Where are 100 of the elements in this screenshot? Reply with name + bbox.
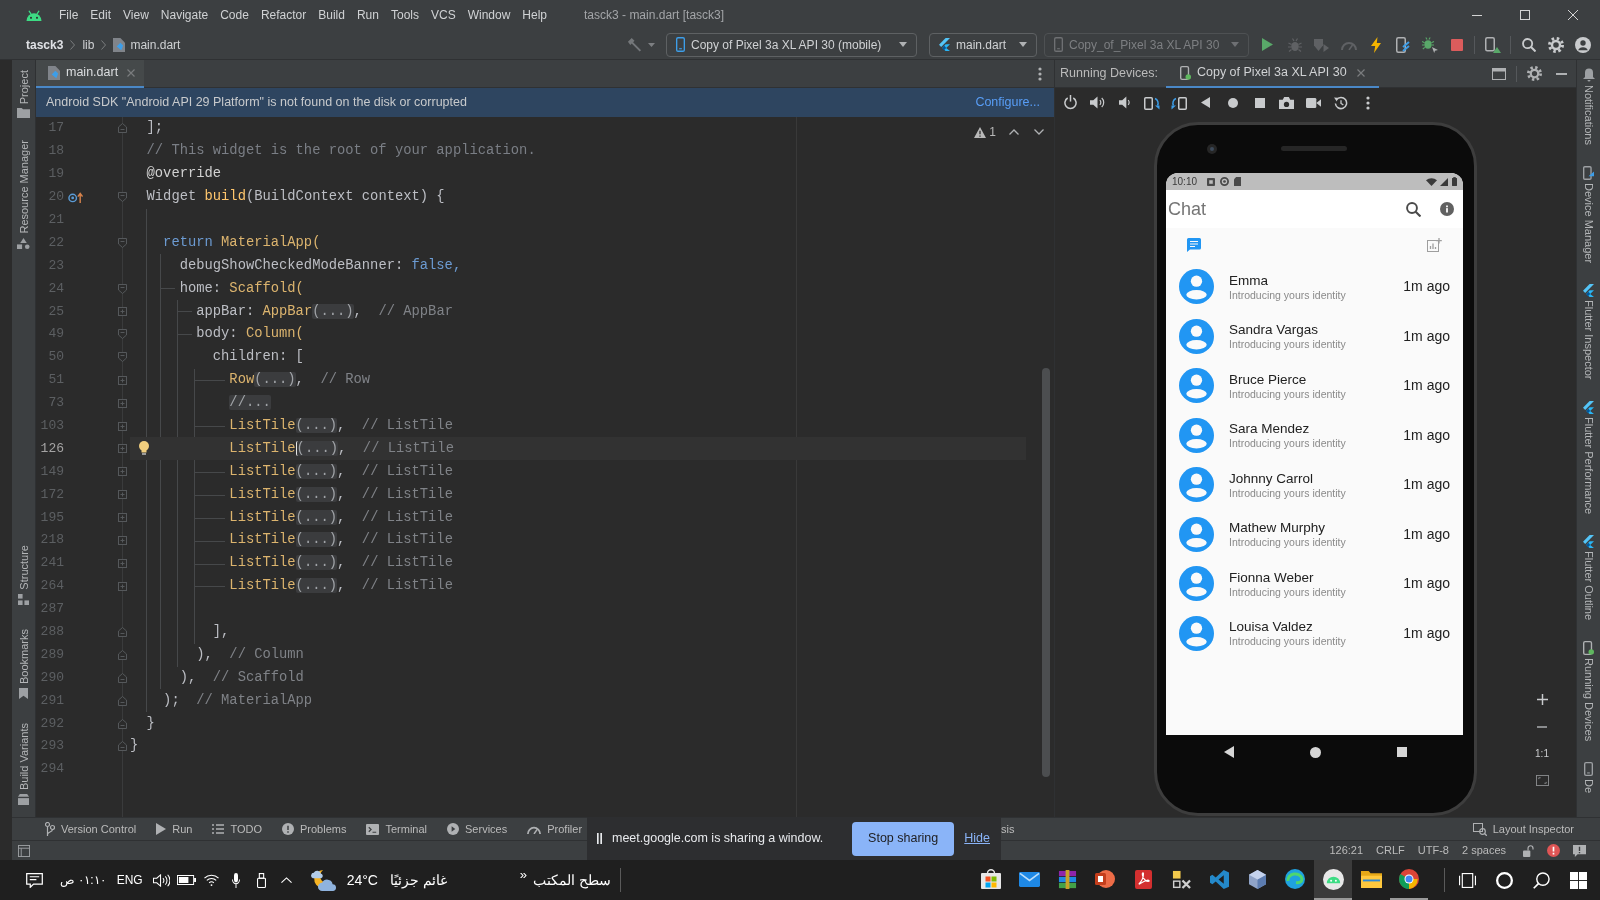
cursor-position[interactable]: 126:21 bbox=[1329, 842, 1364, 859]
menu-item[interactable]: File bbox=[59, 7, 79, 23]
blocks-icon[interactable] bbox=[18, 593, 29, 605]
volume-up-icon[interactable] bbox=[1090, 96, 1105, 109]
tool-window-tab[interactable]: Project bbox=[16, 70, 31, 105]
error-icon[interactable] bbox=[1547, 844, 1560, 857]
info-icon[interactable] bbox=[1440, 202, 1454, 216]
search-icon[interactable] bbox=[1521, 37, 1536, 52]
expand-marker-icon[interactable] bbox=[117, 513, 127, 523]
configure-link[interactable]: Configure... bbox=[975, 93, 1040, 112]
more-icon[interactable] bbox=[1038, 66, 1042, 81]
minimize-icon[interactable] bbox=[1472, 14, 1482, 16]
editor-tab[interactable]: main.dart bbox=[36, 59, 145, 88]
indent-setting[interactable]: 2 spaces bbox=[1461, 842, 1506, 859]
fold-end-marker-icon[interactable] bbox=[117, 741, 127, 752]
line-separator[interactable]: CRLF bbox=[1376, 842, 1405, 859]
maximize-icon[interactable] bbox=[1520, 10, 1530, 20]
minimize-icon[interactable] bbox=[1556, 72, 1567, 75]
scrollbar[interactable] bbox=[1042, 368, 1050, 777]
file-encoding[interactable]: UTF-8 bbox=[1417, 842, 1449, 859]
run-configuration-dropdown[interactable]: main.dart bbox=[929, 32, 1037, 57]
tool-window-tab[interactable]: Flutter Outline bbox=[1581, 550, 1596, 620]
tool-window-button[interactable]: Run bbox=[156, 820, 193, 838]
settings-icon[interactable] bbox=[1527, 66, 1542, 81]
breadcrumb[interactable]: lib bbox=[82, 35, 95, 54]
notification-icon[interactable] bbox=[1573, 844, 1586, 857]
menu-item[interactable]: Edit bbox=[90, 7, 112, 23]
camera-icon[interactable] bbox=[1279, 96, 1294, 109]
override-marker-icon[interactable] bbox=[67, 191, 83, 203]
bell-icon[interactable] bbox=[1582, 68, 1595, 82]
fold-marker-icon[interactable] bbox=[117, 283, 127, 294]
lightning-icon[interactable] bbox=[1370, 36, 1381, 53]
menu-item[interactable]: Run bbox=[356, 7, 379, 23]
play-icon[interactable] bbox=[1262, 38, 1273, 51]
expand-marker-icon[interactable] bbox=[117, 558, 127, 568]
expand-marker-icon[interactable] bbox=[117, 581, 127, 591]
stop-icon[interactable] bbox=[1450, 38, 1463, 51]
back-icon[interactable] bbox=[1201, 97, 1210, 108]
fold-marker-icon[interactable] bbox=[117, 192, 127, 203]
menu-item[interactable]: Help bbox=[522, 7, 548, 23]
home-icon[interactable] bbox=[1227, 97, 1238, 108]
fold-marker-icon[interactable] bbox=[117, 329, 127, 340]
fold-end-marker-icon[interactable] bbox=[117, 672, 127, 683]
tool-window-tab[interactable]: Running Devices bbox=[1581, 657, 1596, 741]
settings-icon[interactable] bbox=[1547, 36, 1564, 53]
tool-window-tab[interactable]: Resource Manager bbox=[16, 140, 31, 234]
clock[interactable]: ٠١:١٠ ص bbox=[60, 871, 106, 889]
tool-window-tab[interactable]: Device Manager bbox=[1581, 182, 1596, 263]
warning-count[interactable]: 1 bbox=[989, 123, 996, 141]
menu-item[interactable]: Tools bbox=[390, 7, 419, 23]
expand-marker-icon[interactable] bbox=[117, 467, 127, 477]
desktop-toolbar-label[interactable]: سطح المكتب bbox=[532, 869, 611, 891]
tool-window-button[interactable]: Layout Inspector bbox=[1472, 820, 1574, 838]
phone-triangle-icon[interactable] bbox=[1484, 36, 1501, 53]
menu-item[interactable]: View bbox=[123, 7, 149, 23]
fold-end-marker-icon[interactable] bbox=[117, 695, 127, 706]
power-icon[interactable] bbox=[1064, 95, 1077, 110]
video-camera-icon[interactable] bbox=[1306, 97, 1321, 108]
bookmark-icon[interactable] bbox=[19, 687, 28, 699]
fold-end-marker-icon[interactable] bbox=[117, 718, 127, 729]
lightbulb-icon[interactable] bbox=[139, 441, 149, 456]
tool-window-tab[interactable]: Flutter Inspector bbox=[1581, 300, 1596, 380]
microphone-icon[interactable] bbox=[232, 872, 241, 888]
search-icon[interactable] bbox=[1533, 871, 1550, 889]
moon-cloud-icon[interactable] bbox=[310, 869, 337, 891]
menu-item[interactable]: Build bbox=[318, 7, 345, 23]
window-layout-icon[interactable] bbox=[1492, 67, 1506, 80]
folder-icon[interactable] bbox=[17, 108, 30, 119]
tool-window-button[interactable]: Version Control bbox=[45, 820, 137, 838]
flutter-icon[interactable] bbox=[1583, 534, 1594, 548]
menu-item[interactable]: Code bbox=[220, 7, 249, 23]
expand-marker-icon[interactable] bbox=[117, 421, 127, 431]
flutter-icon[interactable] bbox=[1583, 284, 1594, 297]
taskbar-app-button[interactable] bbox=[1314, 860, 1352, 900]
ring-icon[interactable] bbox=[1496, 871, 1513, 889]
task-view-icon[interactable] bbox=[1459, 872, 1476, 888]
account-icon[interactable] bbox=[1574, 36, 1591, 53]
phone-stripes-icon[interactable] bbox=[1395, 36, 1410, 53]
notifications-icon[interactable] bbox=[25, 872, 43, 888]
fold-end-marker-icon[interactable] bbox=[117, 627, 127, 638]
breadcrumb[interactable]: main.dart bbox=[130, 35, 181, 54]
windows-logo-icon[interactable] bbox=[1570, 871, 1587, 889]
fold-marker-icon[interactable] bbox=[117, 237, 127, 248]
panel-toggle-icon[interactable] bbox=[18, 844, 30, 857]
chevron-up-icon[interactable] bbox=[1009, 129, 1019, 135]
rotate-right-icon[interactable] bbox=[1170, 95, 1187, 110]
tool-window-button[interactable]: Services bbox=[447, 820, 508, 838]
open-padlock-icon[interactable] bbox=[1523, 844, 1534, 857]
expand-marker-icon[interactable] bbox=[117, 490, 127, 500]
chat-bubble-icon[interactable] bbox=[1187, 238, 1201, 252]
expand-marker-icon[interactable] bbox=[117, 398, 127, 408]
expand-marker-icon[interactable] bbox=[117, 535, 127, 545]
fold-end-marker-icon[interactable] bbox=[117, 649, 127, 660]
rotate-left-icon[interactable] bbox=[1143, 95, 1160, 110]
hide-link[interactable]: Hide bbox=[964, 829, 990, 848]
pause-icon[interactable] bbox=[597, 833, 602, 844]
fit-screen-icon[interactable] bbox=[1535, 775, 1549, 786]
expand-marker-icon[interactable] bbox=[117, 307, 127, 317]
tool-window-button[interactable]: sis bbox=[1001, 820, 1015, 838]
tool-window-button[interactable]: TODO bbox=[212, 820, 262, 838]
